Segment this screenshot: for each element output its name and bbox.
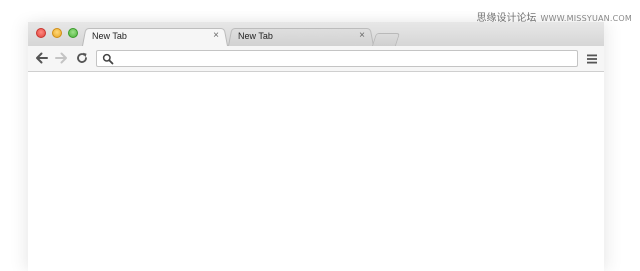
tab-new-tab-2[interactable]: New Tab ×	[228, 27, 374, 46]
hamburger-menu-icon	[587, 54, 597, 64]
search-icon	[102, 53, 114, 65]
arrow-left-icon	[35, 52, 48, 64]
tab-new-tab-1[interactable]: New Tab ×	[82, 27, 228, 46]
arrow-right-icon	[54, 52, 67, 64]
tab-title: New Tab	[92, 31, 127, 41]
screenshot-stage: 思缘设计论坛 WWW.MISSYUAN.COM New Tab × New Tab…	[0, 0, 640, 271]
new-tab-button[interactable]	[371, 33, 401, 46]
window-maximize-button[interactable]	[68, 28, 78, 38]
tab-strip: New Tab × New Tab ×	[28, 22, 604, 46]
omnibox[interactable]	[96, 50, 578, 67]
tab-close-icon[interactable]: ×	[213, 30, 219, 41]
reload-icon	[77, 52, 87, 63]
reload-button[interactable]	[75, 50, 89, 66]
window-minimize-button[interactable]	[52, 28, 62, 38]
window-close-button[interactable]	[36, 28, 46, 38]
window-controls	[36, 28, 78, 38]
forward-button[interactable]	[54, 50, 68, 66]
page-content[interactable]	[28, 72, 604, 271]
toolbar	[28, 46, 604, 72]
back-button[interactable]	[34, 50, 48, 66]
tab-title: New Tab	[238, 31, 273, 41]
browser-window: New Tab × New Tab ×	[28, 22, 604, 271]
tab-close-icon[interactable]: ×	[359, 30, 365, 41]
menu-button[interactable]	[586, 52, 598, 64]
omnibox-input[interactable]	[119, 52, 569, 65]
